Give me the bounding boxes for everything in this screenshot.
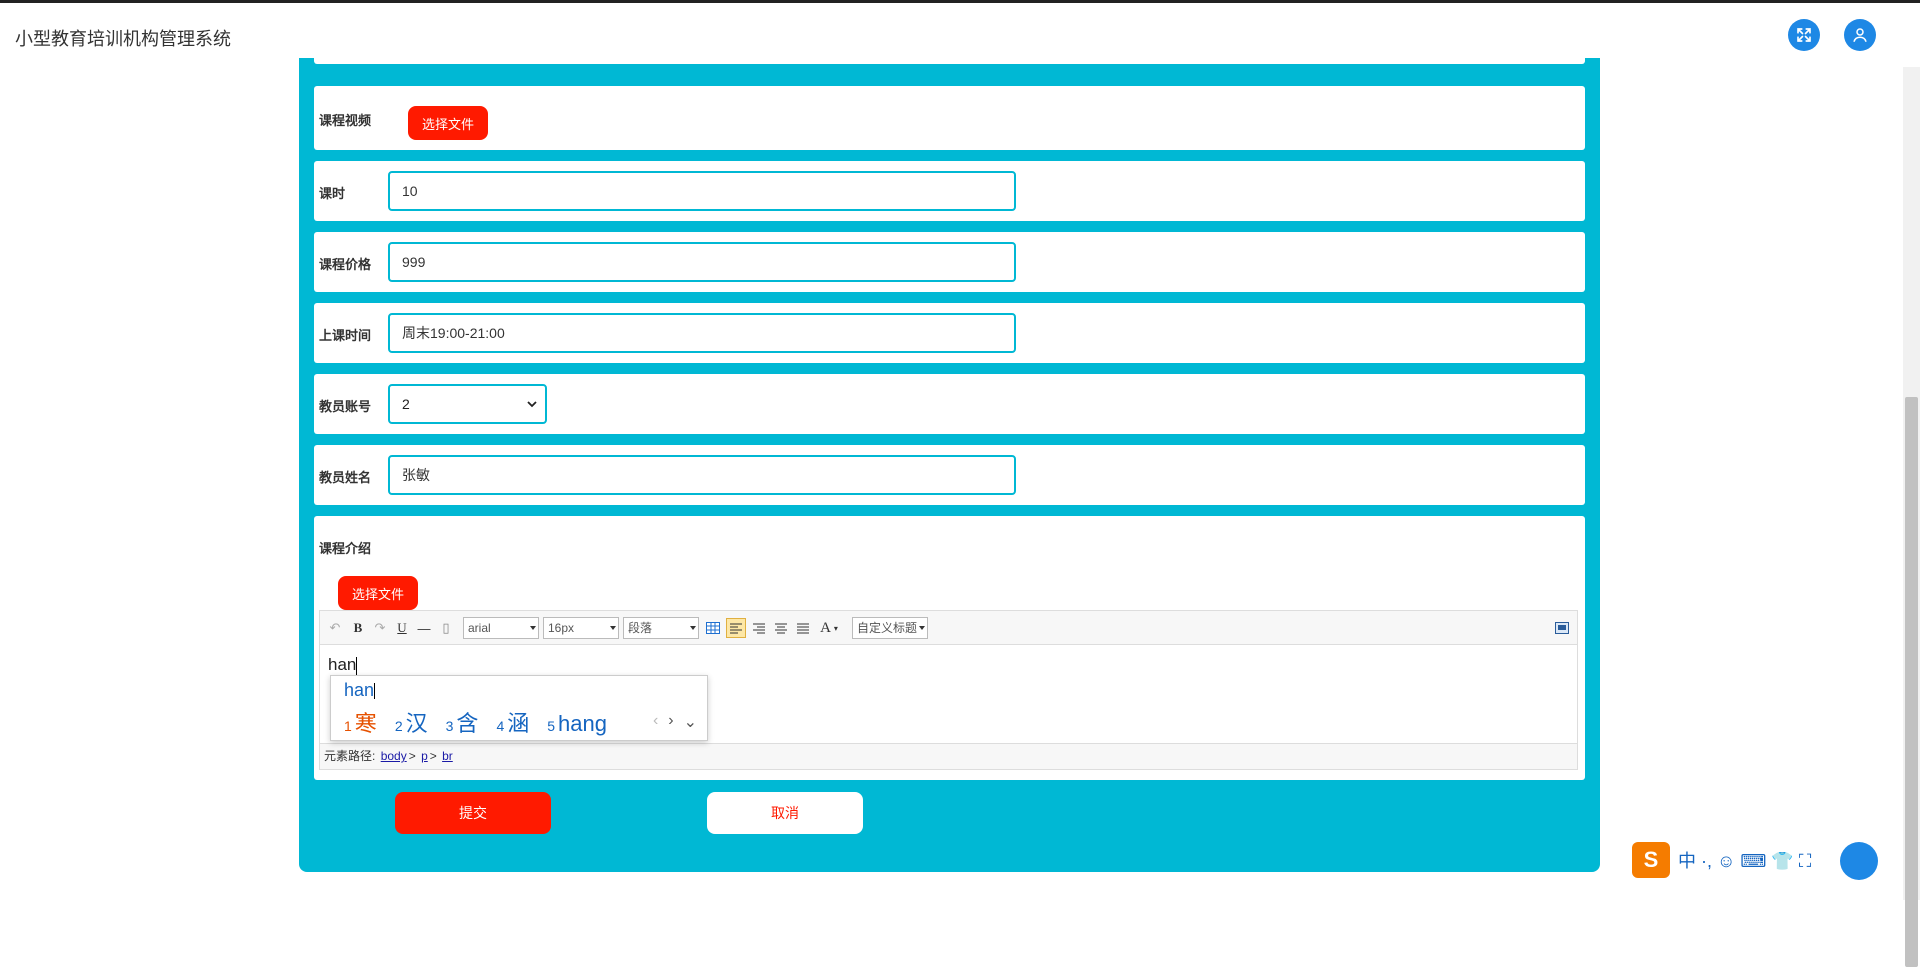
schedule-label: 上课时间 xyxy=(319,328,372,343)
font-family-select[interactable]: arial xyxy=(463,617,539,639)
font-size-value: 16px xyxy=(548,621,575,635)
video-choose-file-button[interactable]: 选择文件 xyxy=(408,106,488,140)
form-row-price: 课程价格 999 xyxy=(314,232,1585,292)
ime-nav: ‹ › ⌄ xyxy=(653,712,697,732)
hours-label: 课时 xyxy=(319,186,346,201)
page-scrollbar[interactable] xyxy=(1903,67,1920,967)
teacher-name-label: 教员姓名 xyxy=(319,470,372,485)
ime-candidate-1[interactable]: 1寒 xyxy=(344,706,377,738)
editor-text: han xyxy=(328,655,357,674)
font-color-label: A xyxy=(820,619,831,636)
intro-choose-file-button[interactable]: 选择文件 xyxy=(338,576,418,610)
chevron-left-icon[interactable]: ‹ xyxy=(653,712,658,732)
table-icon[interactable] xyxy=(704,618,722,638)
undo-icon[interactable]: ↶ xyxy=(326,618,344,638)
chevron-down-icon[interactable]: ⌄ xyxy=(684,712,697,732)
path-link-p[interactable]: p xyxy=(421,749,428,763)
paste-plain-icon[interactable]: ▯ xyxy=(437,618,455,638)
expand-icon xyxy=(1797,28,1811,42)
align-center-icon[interactable] xyxy=(772,618,790,638)
custom-heading-select[interactable]: 自定义标题 xyxy=(852,617,928,639)
font-color-dropdown-icon: ▾ xyxy=(833,623,838,633)
hours-input[interactable]: 10 xyxy=(388,171,1016,211)
align-justify-icon[interactable] xyxy=(794,618,812,638)
intro-label: 课程介绍 xyxy=(319,541,372,556)
custom-heading-value: 自定义标题 xyxy=(857,621,918,635)
editor-toolbar: ↶ B ↷ U — ▯ arial 16px 段落 A ▾ 自定义标题 xyxy=(320,611,1577,645)
scrollbar-thumb[interactable] xyxy=(1905,397,1918,967)
chevron-right-icon[interactable]: › xyxy=(668,712,673,732)
ime-status-indicators: 中 ·, ☺ ⌨ 👕 ⛶ xyxy=(1678,851,1812,871)
path-link-body[interactable]: body xyxy=(381,749,407,763)
teacher-name-input[interactable]: 张敏 xyxy=(388,455,1016,495)
fullscreen-editor-icon[interactable] xyxy=(1552,618,1572,638)
form-row-hours: 课时 10 xyxy=(314,161,1585,221)
cancel-button[interactable]: 取消 xyxy=(707,792,863,834)
paragraph-value: 段落 xyxy=(628,621,653,635)
element-path-label: 元素路径: xyxy=(324,749,376,763)
teacher-account-label: 教员账号 xyxy=(319,399,372,414)
chevron-down-icon xyxy=(527,401,537,408)
app-title: 小型教育培训机构管理系统 xyxy=(15,29,231,49)
user-icon xyxy=(1853,28,1867,42)
form-row-teacher-account: 教员账号 2 xyxy=(314,374,1585,434)
schedule-input[interactable]: 周末19:00-21:00 xyxy=(388,313,1016,353)
font-size-select[interactable]: 16px xyxy=(543,617,619,639)
ime-candidate-popup: han 1寒 2汉 3含 4涵 5 hang ‹ › ⌄ xyxy=(330,675,708,741)
ime-candidate-4[interactable]: 4涵 xyxy=(496,706,529,738)
course-form-panel: 课程视频 选择文件 课时 10 课程价格 999 上课时间 周末19:00-21… xyxy=(299,54,1600,872)
csdn-logo: S xyxy=(1632,842,1670,878)
ime-status-bar: S 中 ·, ☺ ⌨ 👕 ⛶ xyxy=(1632,840,1912,880)
submit-button[interactable]: 提交 xyxy=(395,792,551,834)
align-right-icon[interactable] xyxy=(750,618,768,638)
teacher-account-select[interactable]: 2 xyxy=(388,384,547,424)
element-path-bar: 元素路径: body > p > br xyxy=(320,743,1577,769)
font-color-button[interactable]: A ▾ xyxy=(816,618,842,638)
redo-icon[interactable]: ↷ xyxy=(371,618,389,638)
user-menu-button[interactable] xyxy=(1844,19,1876,51)
horizontal-rule-icon[interactable]: — xyxy=(415,618,433,638)
form-row-teacher-name: 教员姓名 张敏 xyxy=(314,445,1585,505)
ime-candidate-5[interactable]: 5 hang xyxy=(547,711,607,737)
bold-button[interactable]: B xyxy=(349,618,367,638)
form-row-schedule: 上课时间 周末19:00-21:00 xyxy=(314,303,1585,363)
price-label: 课程价格 xyxy=(319,257,372,272)
video-label: 课程视频 xyxy=(319,113,372,128)
price-input[interactable]: 999 xyxy=(388,242,1016,282)
align-left-icon[interactable] xyxy=(726,618,746,638)
ime-pinyin-input: han xyxy=(344,680,376,700)
underline-button[interactable]: U xyxy=(393,618,411,638)
form-row-video: 课程视频 选择文件 xyxy=(314,86,1585,150)
ime-candidate-list: 1寒 2汉 3含 4涵 5 hang xyxy=(344,706,607,738)
font-family-value: arial xyxy=(468,621,491,635)
form-row-previous xyxy=(314,54,1585,64)
ime-candidate-2[interactable]: 2汉 xyxy=(395,706,428,738)
paragraph-select[interactable]: 段落 xyxy=(623,617,699,639)
fullscreen-button[interactable] xyxy=(1788,19,1820,51)
ime-candidate-3[interactable]: 3含 xyxy=(446,706,479,738)
teacher-account-value: 2 xyxy=(402,396,410,412)
path-link-br[interactable]: br xyxy=(442,749,453,763)
text-cursor xyxy=(356,656,358,675)
